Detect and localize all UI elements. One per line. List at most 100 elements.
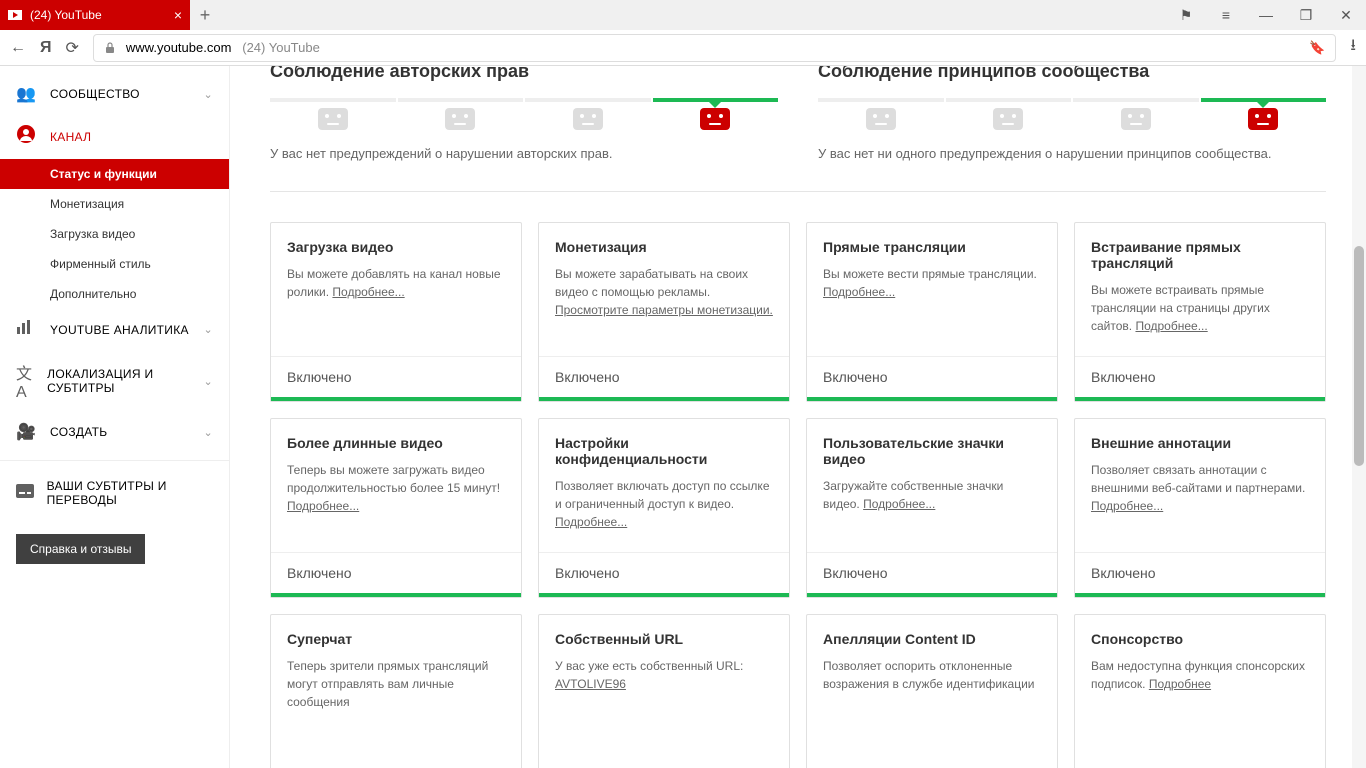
feature-card: Внешние аннотацииПозволяет связать аннот… [1074,418,1326,598]
card-link[interactable]: AVTOLIVE96 [555,677,626,691]
sidebar-label: СОЗДАТЬ [50,425,107,439]
maximize-icon[interactable]: ❐ [1286,7,1326,24]
face-happy-icon [700,108,730,130]
card-desc: Позволяет оспорить отклоненные возражени… [823,657,1041,693]
card-desc: Вы можете встраивать прямые трансляции н… [1091,281,1309,335]
chevron-down-icon: ⌄ [203,323,213,336]
feature-card: Загрузка видеоВы можете добавлять на кан… [270,222,522,402]
feedback-button[interactable]: Справка и отзывы [16,534,145,564]
card-link[interactable]: Подробнее... [863,497,935,511]
sidebar-label: КАНАЛ [50,130,91,144]
card-status: Включено [807,356,1057,397]
feature-card: Более длинные видеоТеперь вы можете загр… [270,418,522,598]
strike-desc: У вас нет предупреждений о нарушении авт… [270,146,778,161]
card-link[interactable]: Подробнее... [555,515,627,529]
card-link[interactable]: Подробнее [1149,677,1211,691]
feature-card: Собственный URLУ вас уже есть собственны… [538,614,790,768]
yandex-button[interactable]: Я [40,39,52,57]
card-status: Включено [539,552,789,593]
card-link[interactable]: Просмотрите параметры монетизации. [555,303,773,317]
menu-icon[interactable]: ≡ [1206,7,1246,24]
feature-card: Прямые трансляции Вы можете вести прямые … [806,222,1058,402]
card-desc: Позволяет включать доступ по ссылке и ог… [555,477,773,531]
close-window-icon[interactable]: ✕ [1326,7,1366,24]
sidebar-item-community[interactable]: 👥 СООБЩЕСТВО ⌄ [0,74,229,114]
youtube-favicon [8,10,22,20]
card-status-bar [1075,397,1325,401]
card-title: Прямые трансляции [823,239,1041,255]
feature-card: СпонсорствоВам недоступна функция спонсо… [1074,614,1326,768]
card-status-bar [271,593,521,597]
card-title: Апелляции Content ID [823,631,1041,647]
sidebar-item-create[interactable]: 🎥 СОЗДАТЬ ⌄ [0,412,229,452]
card-desc: Вам недоступна функция спонсорских подпи… [1091,657,1309,693]
sidebar-sub-monetization[interactable]: Монетизация [0,189,229,219]
minimize-icon[interactable]: — [1246,7,1286,24]
face-happy-icon [1248,108,1278,130]
tab-close-icon[interactable]: × [174,7,182,23]
strike-desc: У вас нет ни одного предупреждения о нар… [818,146,1326,161]
window-controls: ⚑ ≡ — ❐ ✕ [1166,7,1366,24]
card-title: Собственный URL [555,631,773,647]
card-status: Включено [807,552,1057,593]
card-link[interactable]: Подробнее... [823,285,895,299]
card-link[interactable]: Подробнее... [287,499,359,513]
card-desc: Вы можете вести прямые трансляции. Подро… [823,265,1041,301]
sidebar-label: СООБЩЕСТВО [50,87,140,101]
card-status-bar [807,397,1057,401]
face-sad-icon [1121,108,1151,130]
sidebar-item-localization[interactable]: 文A ЛОКАЛИЗАЦИЯ И СУБТИТРЫ ⌄ [0,350,229,412]
card-title: Встраивание прямых трансляций [1091,239,1309,271]
card-status-bar [1075,593,1325,597]
sidebar: 👥 СООБЩЕСТВО ⌄ КАНАЛ Статус и функции Мо… [0,66,230,768]
card-desc: Теперь вы можете загружать видео продолж… [287,461,505,515]
feature-card: Встраивание прямых трансляций Вы можете в… [1074,222,1326,402]
card-title: Суперчат [287,631,505,647]
card-desc: Вы можете добавлять на канал новые ролик… [287,265,505,301]
sidebar-sub-advanced[interactable]: Дополнительно [0,279,229,309]
sidebar-sub-status[interactable]: Статус и функции [0,159,229,189]
card-status: Включено [271,356,521,397]
sidebar-item-subtitles[interactable]: ВАШИ СУБТИТРЫ И ПЕРЕВОДЫ [0,469,229,518]
bookmark-icon[interactable]: 🔖 [1309,40,1325,56]
sidebar-sub-upload[interactable]: Загрузка видео [0,219,229,249]
card-status: Включено [1075,356,1325,397]
browser-tab[interactable]: (24) YouTube × [0,0,190,30]
card-link[interactable]: Подробнее... [1135,319,1207,333]
sidebar-item-analytics[interactable]: YOUTUBE АНАЛИТИКА ⌄ [0,309,229,350]
chevron-down-icon: ⌄ [203,88,213,101]
lock-icon [104,42,116,54]
user-circle-icon [16,124,40,149]
strike-title: Соблюдение авторских прав [270,66,778,82]
chevron-down-icon: ⌄ [203,375,213,388]
face-sad-icon [993,108,1023,130]
tab-title: (24) YouTube [30,8,102,22]
copyright-status: Соблюдение авторских прав У вас нет пред… [270,66,778,161]
feature-card: СуперчатТеперь зрители прямых трансляций… [270,614,522,768]
scrollbar[interactable] [1352,66,1366,768]
new-tab-button[interactable]: + [190,5,220,26]
reload-button[interactable]: ⟳ [66,38,79,58]
url-text: www.youtube.com (24) YouTube [126,40,320,55]
feature-card: Монетизация Вы можете зарабатывать на сво… [538,222,790,402]
back-button[interactable]: ← [10,39,26,57]
url-field[interactable]: www.youtube.com (24) YouTube 🔖 [93,34,1336,62]
card-title: Настройки конфиденциальности [555,435,773,467]
card-status: Включено [1075,552,1325,593]
camera-icon: 🎥 [16,422,40,442]
bookmark-flag-icon[interactable]: ⚑ [1166,7,1206,24]
face-sad-icon [866,108,896,130]
card-title: Монетизация [555,239,773,255]
feature-card: Пользовательские значки видеоЗагружайте … [806,418,1058,598]
download-icon[interactable]: ⭳ [1350,34,1356,61]
card-link[interactable]: Подробнее... [1091,499,1163,513]
sidebar-item-channel[interactable]: КАНАЛ [0,114,229,159]
sidebar-sub-branding[interactable]: Фирменный стиль [0,249,229,279]
card-desc: Вы можете зарабатывать на своих видео с … [555,265,773,319]
card-link[interactable]: Подробнее... [332,285,404,299]
browser-addressbar: ← Я ⟳ www.youtube.com (24) YouTube 🔖 ⭳ [0,30,1366,66]
analytics-icon [16,319,40,340]
browser-titlebar: (24) YouTube × + ⚑ ≡ — ❐ ✕ [0,0,1366,30]
subtitles-icon [16,484,37,503]
card-status-bar [807,593,1057,597]
